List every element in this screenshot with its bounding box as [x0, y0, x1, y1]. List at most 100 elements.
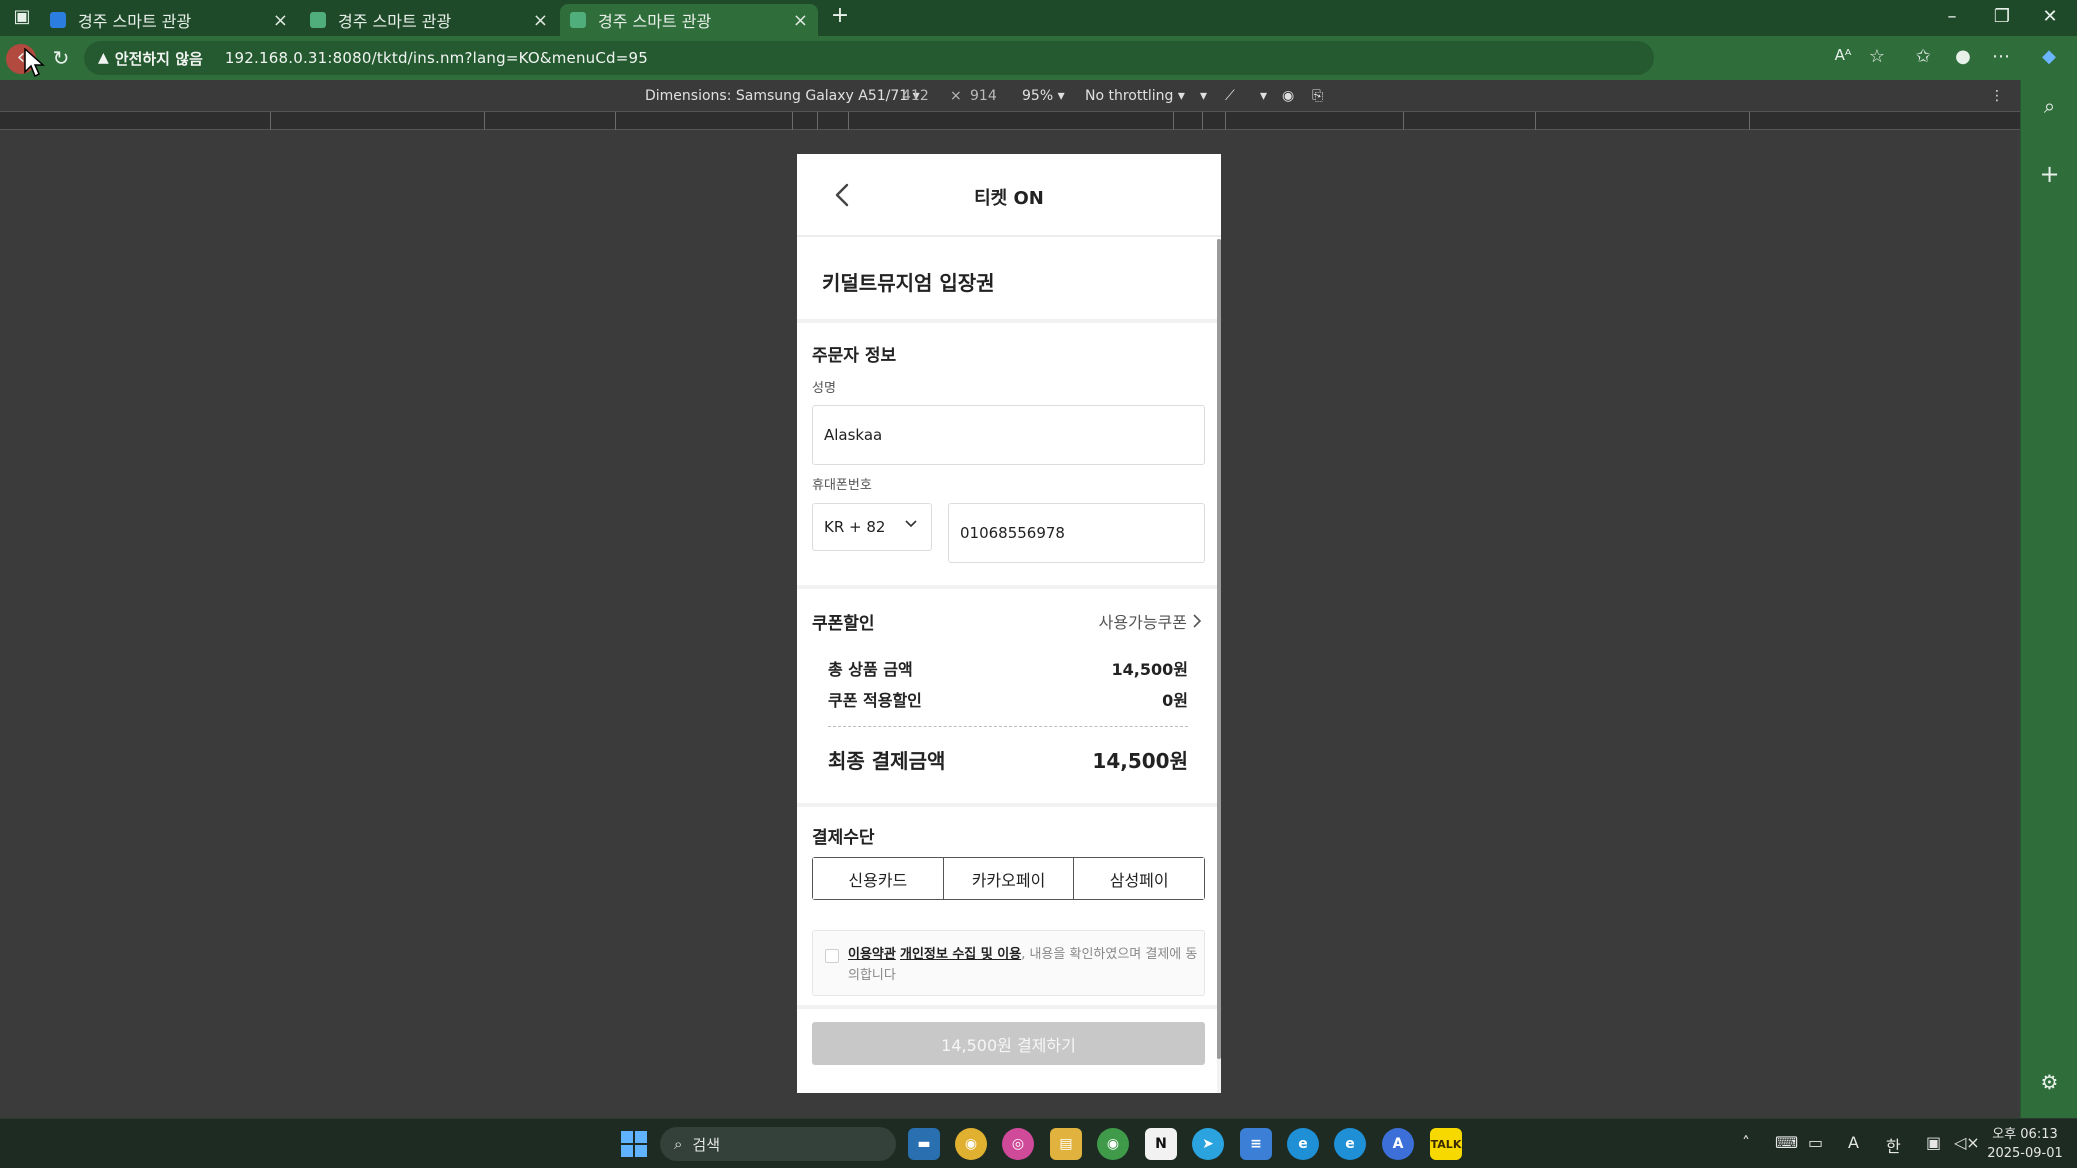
phone-label: 휴대폰번호	[812, 478, 872, 493]
ruler-tick	[1225, 112, 1226, 130]
scrollbar[interactable]	[1217, 239, 1221, 1059]
minimize-icon[interactable]: –	[1932, 6, 1972, 27]
clock-date: 2025-09-01	[1987, 1146, 2063, 1161]
discount-label: 쿠폰 적용할인	[828, 691, 922, 710]
more-options-icon[interactable]: ▾	[1200, 88, 1207, 104]
device-width-input[interactable]: 412	[902, 88, 929, 104]
product-title: 키덜트뮤지엄 입장권	[822, 271, 995, 295]
sidebar-settings-icon[interactable]: ⚙	[2021, 1070, 2077, 1094]
ime-language-indicator[interactable]: 한	[1886, 1133, 1901, 1157]
product-section: 키덜트뮤지엄 입장권	[797, 239, 1217, 319]
sidebar-search-icon[interactable]: ⌕	[2021, 94, 2077, 118]
tray-overflow-icon[interactable]: ˄	[1742, 1133, 1750, 1152]
country-code-select[interactable]: KR + 82	[812, 503, 932, 551]
new-tab-icon[interactable]: +	[820, 3, 860, 28]
dimensions-label: Dimensions: Samsung Galaxy A51/71	[645, 88, 909, 104]
close-window-icon[interactable]: ✕	[2030, 6, 2070, 27]
reload-icon[interactable]: ↻	[46, 44, 76, 74]
more-menu-icon[interactable]: ⋯	[1988, 46, 2014, 67]
throttling-select[interactable]: No throttling ▾	[1085, 88, 1185, 104]
browser-app-icon[interactable]: ◎	[1002, 1128, 1034, 1160]
zoom-select[interactable]: 95% ▾	[1022, 88, 1065, 104]
edge-icon[interactable]: e	[1287, 1128, 1319, 1160]
keyboard-icon[interactable]: ⌨	[1775, 1133, 1798, 1152]
total-amount-row: 총 상품 금액 14,500원	[828, 656, 1188, 680]
address-bar[interactable]: ▲ 안전하지 않음 192.168.0.31:8080/tktd/ins.nm?…	[84, 41, 1654, 75]
taskbar-search[interactable]: ⌕ 검색	[660, 1127, 896, 1161]
profile-avatar[interactable]: ●	[1950, 46, 1976, 67]
browser-toolbar: ‹ ↻ ▲ 안전하지 않음 192.168.0.31:8080/tktd/ins…	[0, 36, 2077, 80]
close-tab-icon[interactable]: ×	[273, 10, 288, 31]
browser-tab-strip: ▣ 경주 스마트 관광 × 경주 스마트 관광 × 경주 스마트 관광 × + …	[0, 0, 2077, 36]
app-store-icon[interactable]: A	[1382, 1128, 1414, 1160]
security-label: 안전하지 않음	[114, 49, 203, 68]
browser-tab-2[interactable]: 경주 스마트 관광 ×	[300, 4, 558, 36]
close-tab-icon[interactable]: ×	[793, 10, 808, 31]
windows-logo-icon	[621, 1131, 647, 1157]
eye-icon[interactable]: ◉	[1282, 88, 1294, 104]
payment-method-section: 결제수단 신용카드 카카오페이 삼성페이	[797, 807, 1217, 923]
read-aloud-icon[interactable]: Aᴬ	[1830, 46, 1856, 64]
credit-card-button[interactable]: 신용카드	[813, 858, 944, 899]
chrome-icon[interactable]: ◉	[955, 1128, 987, 1160]
device-toolbar: Dimensions: Samsung Galaxy A51/71 ▾ 412 …	[0, 80, 2020, 112]
restore-icon[interactable]: ❐	[1982, 6, 2022, 27]
browser-tab-3[interactable]: 경주 스마트 관광 ×	[560, 4, 818, 36]
tab-actions-icon[interactable]: ▣	[2, 6, 42, 27]
total-label: 총 상품 금액	[828, 660, 913, 679]
volume-muted-icon[interactable]: ◁×	[1954, 1133, 1980, 1152]
ruler-tick	[484, 112, 485, 130]
ruler-tick	[1749, 112, 1750, 130]
agreement-box: 이용약관 개인정보 수집 및 이용, 내용을 확인하였으며 결제에 동의합니다	[812, 930, 1205, 996]
notepad-icon[interactable]: ≡	[1240, 1128, 1272, 1160]
samsungpay-button[interactable]: 삼성페이	[1074, 858, 1205, 899]
notion-icon[interactable]: N	[1145, 1128, 1177, 1160]
privacy-link[interactable]: 개인정보 수집 및 이용	[900, 947, 1021, 962]
favorites-icon[interactable]: ✩	[1910, 46, 1936, 67]
kakaotalk-icon[interactable]: TALK	[1430, 1128, 1462, 1160]
edge-dev-icon[interactable]: e	[1334, 1128, 1366, 1160]
terms-link[interactable]: 이용약관	[848, 947, 896, 962]
country-code-value: KR + 82	[824, 518, 886, 536]
agree-checkbox[interactable]	[825, 949, 839, 963]
browser-tab-1[interactable]: 경주 스마트 관광 ×	[40, 4, 298, 36]
device-menu-icon[interactable]: ⋮	[1990, 88, 2004, 104]
start-button[interactable]	[618, 1128, 650, 1160]
sensors-icon[interactable]: ▾	[1260, 88, 1267, 104]
screenshot-icon[interactable]: ⎘	[1312, 88, 1323, 104]
orderer-info-section: 주문자 정보 성명 Alaskaa 휴대폰번호 KR + 82 01068556…	[797, 323, 1217, 585]
ruler-tick	[817, 112, 818, 130]
device-height-input[interactable]: 914	[970, 88, 997, 104]
system-clock[interactable]: 오후 06:13 2025-09-01	[1985, 1125, 2065, 1163]
phone-input[interactable]: 01068556978	[948, 503, 1205, 563]
kakaopay-button[interactable]: 카카오페이	[943, 858, 1075, 899]
ime-font-icon[interactable]: A	[1848, 1133, 1859, 1152]
network-icon[interactable]: ▣	[1926, 1133, 1941, 1152]
available-coupons-link[interactable]: 사용가능쿠폰	[1099, 609, 1202, 633]
clock-time: 오후 06:13	[1992, 1127, 2058, 1142]
telegram-icon[interactable]: ➤	[1192, 1128, 1224, 1160]
throttling-label: No throttling	[1085, 88, 1174, 104]
close-tab-icon[interactable]: ×	[533, 10, 548, 31]
file-explorer-icon[interactable]: ▤	[1050, 1128, 1082, 1160]
favorite-star-icon[interactable]: ☆	[1864, 46, 1890, 67]
tab-title: 경주 스마트 관광	[338, 12, 452, 31]
sidebar-add-icon[interactable]: +	[2021, 160, 2077, 188]
copilot-icon[interactable]: ◆	[2036, 46, 2062, 67]
url-text: 192.168.0.31:8080/tktd/ins.nm?lang=KO&me…	[224, 49, 649, 67]
pay-submit-button[interactable]: 14,500원 결제하기	[812, 1022, 1205, 1065]
device-dimensions-select[interactable]: Dimensions: Samsung Galaxy A51/71 ▾	[645, 88, 920, 104]
windows-taskbar: ⌕ 검색 ▬ ◉ ◎ ▤ ◉ N ➤ ≡ e e A TALK ˄ ⌨ ▭ A …	[0, 1118, 2077, 1168]
rotate-icon[interactable]: ⟋	[1225, 88, 1235, 104]
final-value: 14,500원	[1092, 749, 1188, 773]
chrome-profile-icon[interactable]: ◉	[1097, 1128, 1129, 1160]
coupon-section: 쿠폰할인 사용가능쿠폰 총 상품 금액 14,500원 쿠폰 적용할인 0원 최…	[797, 589, 1217, 803]
discount-row: 쿠폰 적용할인 0원	[828, 687, 1188, 711]
site-favicon-icon	[310, 12, 326, 28]
section-title: 결제수단	[812, 828, 875, 848]
search-icon: ⌕	[674, 1135, 683, 1153]
tablet-icon[interactable]: ▭	[1808, 1133, 1823, 1152]
agreement-section: 이용약관 개인정보 수집 및 이용, 내용을 확인하였으며 결제에 동의합니다	[797, 923, 1217, 1005]
desktop-app-icon[interactable]: ▬	[908, 1128, 940, 1160]
name-input[interactable]: Alaskaa	[812, 405, 1205, 465]
